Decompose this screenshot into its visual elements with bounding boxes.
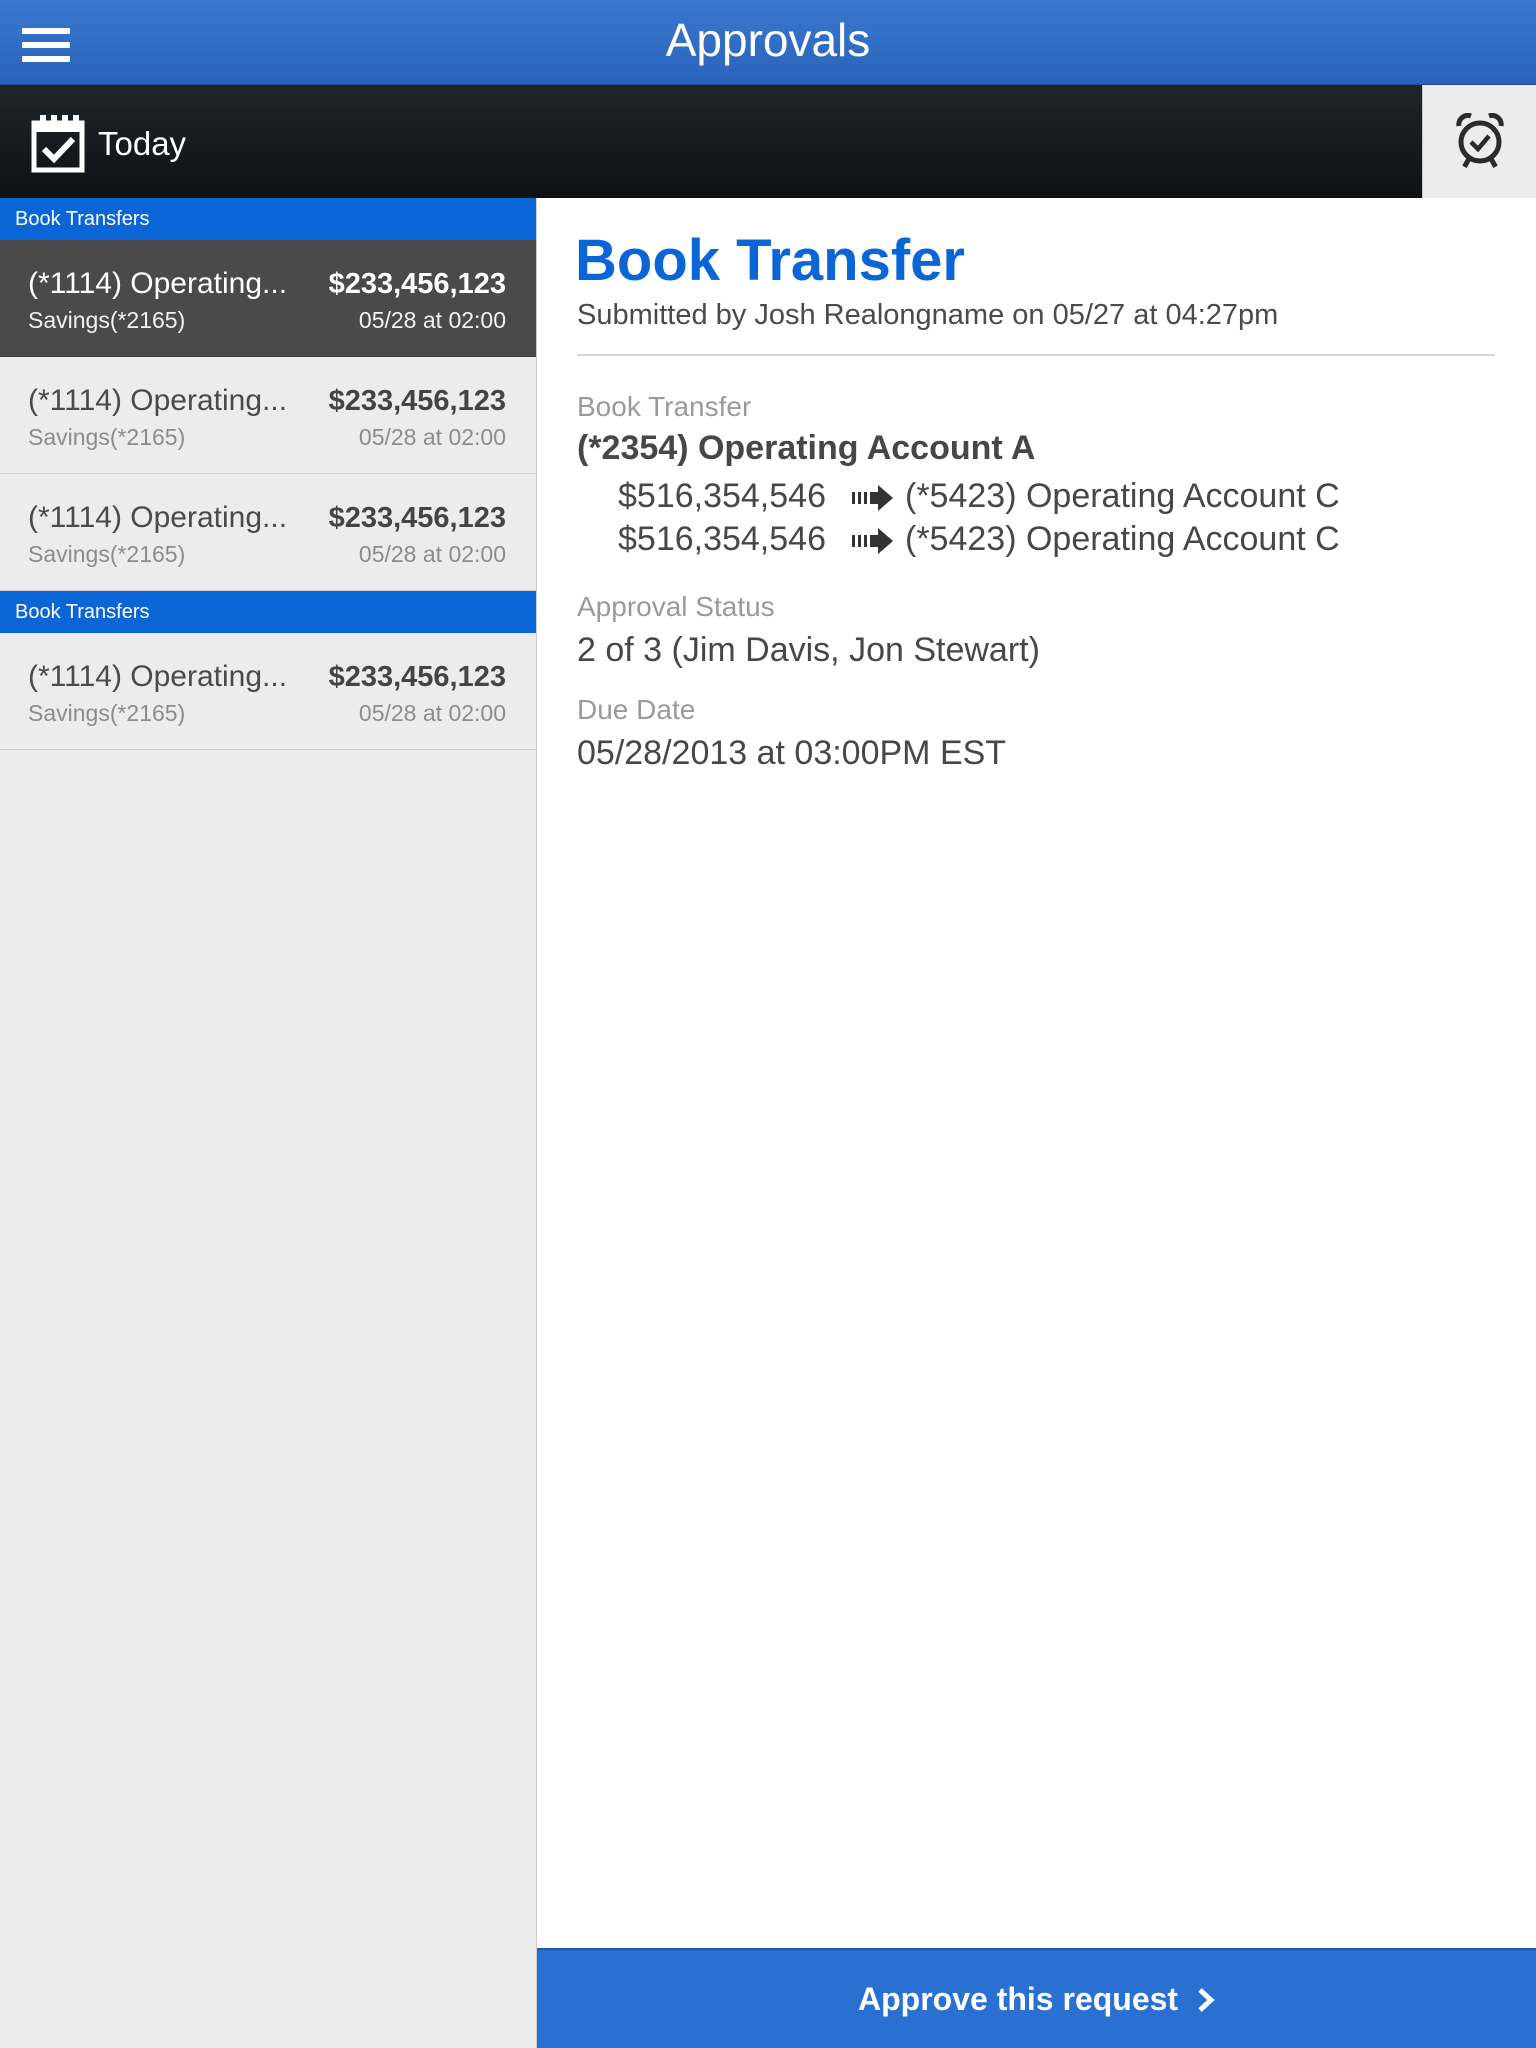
submitted-by-text: Submitted by Josh Realongname on 05/27 a… (577, 299, 1279, 331)
list-item-date: 05/28 at 02:00 (358, 700, 506, 726)
due-date-label: Due Date (577, 694, 696, 725)
list-item[interactable]: (*1114) Operating... Savings(*2165) $233… (0, 357, 536, 474)
list-item-date: 05/28 at 02:00 (358, 307, 506, 333)
detail-title: Book Transfer (575, 228, 965, 293)
transfer-amount: $516,354,546 (618, 477, 826, 515)
list-item-subtitle: Savings(*2165) (28, 541, 186, 567)
arrow-right-icon (852, 485, 893, 511)
list-item-amount: $233,456,123 (328, 661, 506, 693)
page-title: Approvals (665, 14, 871, 66)
transfer-type-label: Book Transfer (577, 391, 752, 422)
transfer-destination: (*5423) Operating Account C (905, 477, 1340, 515)
list-item-title: (*1114) Operating... (28, 384, 288, 417)
list-item[interactable]: (*1114) Operating... Savings(*2165) $233… (0, 633, 536, 750)
list-item-title: (*1114) Operating... (28, 660, 288, 693)
transfer-destination: (*5423) Operating Account C (905, 520, 1340, 558)
source-account: (*2354) Operating Account A (577, 429, 1036, 467)
date-filter-bar (0, 85, 1536, 198)
list-item-title: (*1114) Operating... (28, 267, 288, 300)
approvals-list: Book Transfers (*1114) Operating... Savi… (0, 198, 537, 2048)
approve-button-label: Approve this request (858, 1981, 1179, 2017)
list-item-title: (*1114) Operating... (28, 501, 288, 534)
list-item-subtitle: Savings(*2165) (28, 307, 186, 333)
divider (577, 354, 1495, 356)
chevron-right-icon (1198, 1987, 1215, 2012)
arrow-right-icon (852, 528, 893, 554)
calendar-check-icon[interactable] (31, 113, 85, 173)
list-item[interactable]: (*1114) Operating... Savings(*2165) $233… (0, 474, 536, 591)
top-navigation-bar: Approvals (0, 0, 1536, 85)
list-item-subtitle: Savings(*2165) (28, 424, 186, 450)
transfer-amount: $516,354,546 (618, 520, 826, 558)
section-header: Book Transfers (0, 198, 536, 240)
approval-status-label: Approval Status (577, 591, 775, 622)
list-item-subtitle: Savings(*2165) (28, 700, 186, 726)
alarm-button[interactable] (1422, 85, 1536, 198)
section-header: Book Transfers (0, 591, 536, 633)
alarm-clock-icon (1456, 113, 1504, 168)
list-item-date: 05/28 at 02:00 (358, 424, 506, 450)
list-item-amount: $233,456,123 (328, 385, 506, 417)
detail-pane: Book Transfer Submitted by Josh Realongn… (537, 198, 1536, 2048)
list-item[interactable]: (*1114) Operating... Savings(*2165) $233… (0, 240, 536, 357)
approve-request-button[interactable]: Approve this request (537, 1948, 1536, 2048)
date-filter-label[interactable]: Today (98, 124, 186, 164)
list-item-amount: $233,456,123 (328, 502, 506, 534)
list-item-date: 05/28 at 02:00 (358, 541, 506, 567)
approval-status-value: 2 of 3 (Jim Davis, Jon Stewart) (577, 631, 1040, 669)
due-date-value: 05/28/2013 at 03:00PM EST (577, 734, 1007, 772)
list-item-amount: $233,456,123 (328, 268, 506, 300)
